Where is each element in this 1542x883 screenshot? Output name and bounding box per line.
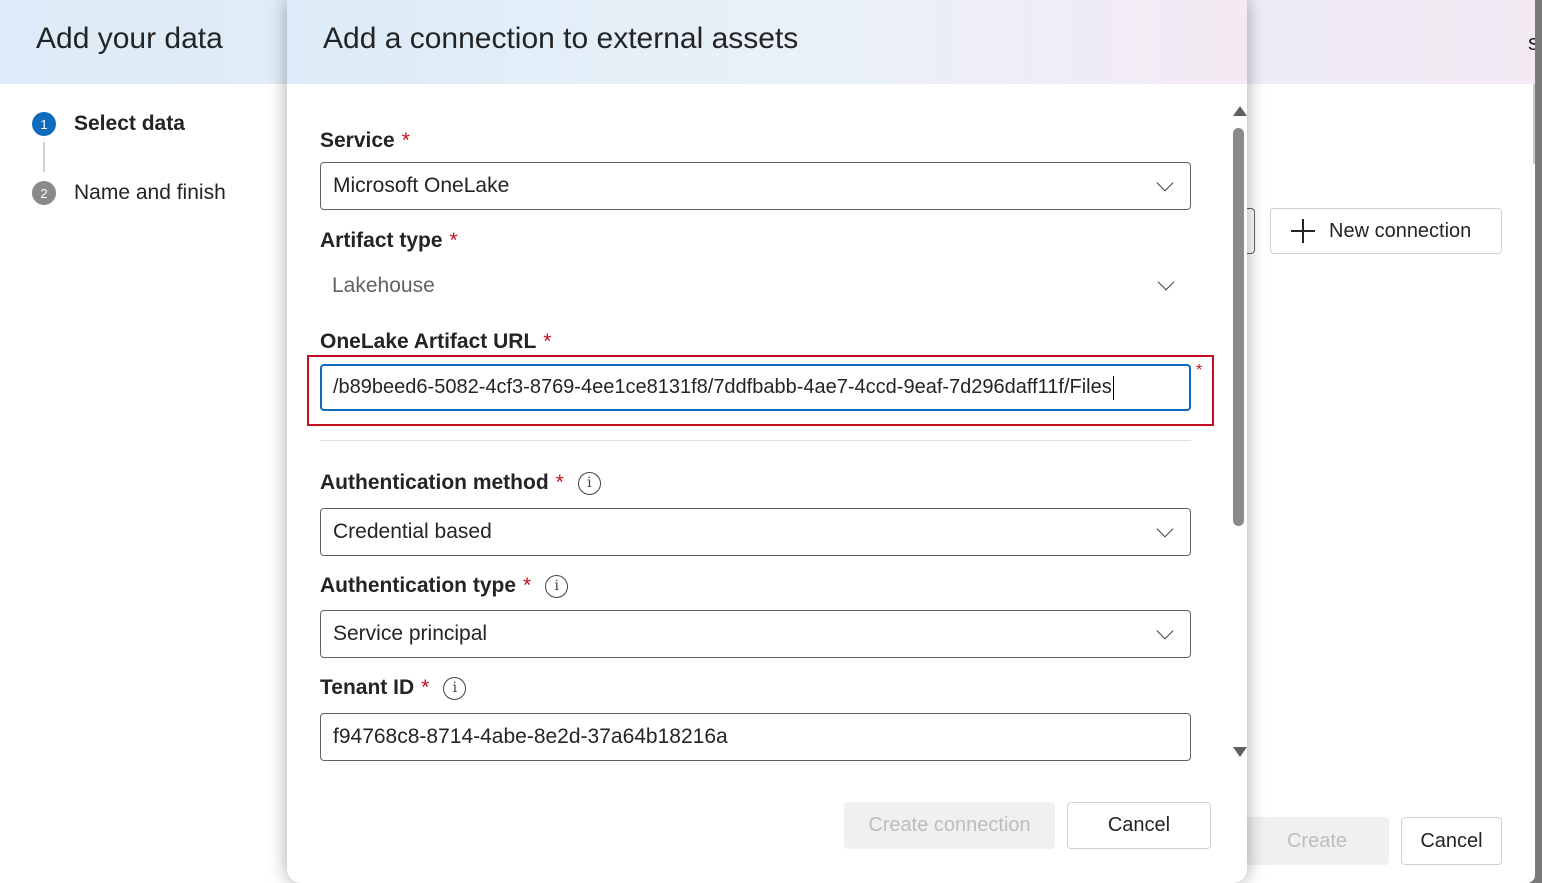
- required-asterisk: *: [555, 471, 564, 494]
- artifact-url-input[interactable]: /b89beed6-5082-4cf3-8769-4ee1ce8131f8/7d…: [320, 364, 1191, 411]
- step-number-badge: 1: [32, 112, 56, 136]
- required-asterisk: *: [449, 229, 458, 252]
- auth-type-label: Authentication type * i: [320, 574, 569, 598]
- scroll-up-arrow-icon[interactable]: [1233, 106, 1247, 116]
- step-number-badge: 2: [32, 181, 56, 205]
- tenant-id-value: f94768c8-8714-4abe-8e2d-37a64b18216a: [333, 725, 728, 748]
- text-caret: [1112, 375, 1115, 400]
- scrollbar-thumb[interactable]: [1233, 128, 1244, 526]
- service-value: Microsoft OneLake: [333, 174, 510, 197]
- step-connector: [43, 142, 45, 172]
- step-label: Name and finish: [74, 181, 226, 204]
- dialog-scrollbar[interactable]: [1231, 100, 1247, 765]
- dialog-title: Add a connection to external assets: [323, 22, 799, 55]
- artifact-url-value: /b89beed6-5082-4cf3-8769-4ee1ce8131f8/7d…: [333, 376, 1112, 398]
- service-dropdown[interactable]: Microsoft OneLake: [320, 162, 1191, 210]
- info-icon[interactable]: i: [577, 471, 601, 495]
- artifact-type-label: Artifact type *: [320, 229, 458, 253]
- artifact-type-value: Lakehouse: [332, 274, 435, 297]
- wizard-cancel-button[interactable]: Cancel: [1401, 817, 1502, 865]
- section-divider: [320, 440, 1191, 441]
- auth-method-label: Authentication method * i: [320, 471, 601, 495]
- info-icon[interactable]: i: [443, 676, 467, 700]
- chevron-down-icon: [1156, 625, 1176, 645]
- info-icon[interactable]: i: [545, 574, 569, 598]
- tenant-id-input[interactable]: f94768c8-8714-4abe-8e2d-37a64b18216a: [320, 713, 1191, 761]
- wizard-scrollbar-edge: [1533, 84, 1535, 164]
- auth-method-label-text: Authentication method: [320, 471, 549, 494]
- artifact-url-label: OneLake Artifact URL *: [320, 330, 551, 354]
- artifact-type-dropdown[interactable]: Lakehouse: [320, 262, 1191, 310]
- plus-icon: [1291, 219, 1315, 243]
- dialog-cancel-button[interactable]: Cancel: [1067, 802, 1211, 849]
- required-asterisk: *: [523, 574, 532, 597]
- step-name-and-finish[interactable]: 2 Name and finish: [32, 179, 226, 207]
- step-select-data[interactable]: 1 Select data: [32, 110, 185, 138]
- service-label-text: Service: [320, 129, 395, 152]
- tenant-id-label: Tenant ID * i: [320, 676, 467, 700]
- new-connection-label: New connection: [1329, 219, 1472, 242]
- artifact-type-label-text: Artifact type: [320, 229, 443, 252]
- auth-type-value: Service principal: [333, 622, 488, 645]
- wizard-steps: 1 Select data: [32, 110, 185, 138]
- chevron-down-icon: [1156, 523, 1176, 543]
- required-asterisk: *: [1196, 362, 1203, 379]
- auth-type-label-text: Authentication type: [320, 574, 517, 597]
- wizard-header-clipped-text: se: [1528, 30, 1535, 55]
- required-asterisk: *: [421, 676, 430, 699]
- create-button[interactable]: Create: [1245, 817, 1389, 865]
- chevron-down-icon: [1156, 177, 1176, 197]
- auth-type-dropdown[interactable]: Service principal: [320, 610, 1191, 658]
- service-label: Service *: [320, 129, 410, 153]
- chevron-down-icon: [1157, 276, 1177, 296]
- scroll-down-arrow-icon[interactable]: [1233, 747, 1247, 757]
- auth-method-dropdown[interactable]: Credential based: [320, 508, 1191, 556]
- dialog-header: Add a connection to external assets: [287, 0, 1247, 84]
- create-connection-button[interactable]: Create connection: [844, 802, 1055, 849]
- wizard-title: Add your data: [36, 22, 223, 55]
- tenant-id-label-text: Tenant ID: [320, 676, 415, 699]
- step-label: Select data: [74, 112, 185, 135]
- auth-method-value: Credential based: [333, 520, 492, 543]
- artifact-url-label-text: OneLake Artifact URL: [320, 330, 537, 353]
- required-asterisk: *: [543, 330, 552, 353]
- add-connection-dialog: Add a connection to external assets Serv…: [287, 0, 1247, 883]
- required-asterisk: *: [401, 129, 410, 152]
- new-connection-button[interactable]: New connection: [1270, 208, 1502, 254]
